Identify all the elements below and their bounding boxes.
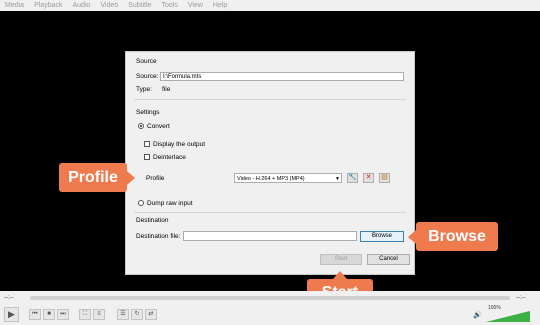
convert-label: Convert bbox=[147, 123, 170, 130]
menubar: Media Playback Audio Video Subtitle Tool… bbox=[0, 0, 540, 11]
next-icon[interactable]: ⏭ bbox=[57, 309, 69, 320]
fullscreen-icon[interactable]: ⛶ bbox=[79, 309, 91, 320]
cancel-button[interactable]: Cancel bbox=[367, 254, 410, 265]
source-label: Source: bbox=[136, 73, 159, 80]
browse-button[interactable]: Browse bbox=[360, 231, 404, 242]
deinterlace-label: Deinterlace bbox=[153, 154, 186, 161]
delete-profile-icon[interactable]: ✕ bbox=[363, 173, 374, 183]
source-group-label: Source bbox=[136, 58, 157, 65]
destination-file-input[interactable] bbox=[183, 231, 357, 241]
seek-row: --:-- --:-- bbox=[0, 291, 540, 305]
callout-pointer bbox=[127, 171, 135, 185]
type-label: Type: bbox=[136, 86, 152, 93]
menu-playback[interactable]: Playback bbox=[29, 0, 67, 11]
profile-callout: Profile bbox=[59, 163, 135, 192]
settings-group-label: Settings bbox=[136, 109, 160, 116]
dump-raw-label: Dump raw input bbox=[147, 200, 193, 207]
callout-pointer bbox=[408, 230, 416, 244]
convert-dialog: Source Source: I:\Formula.mts Type: file… bbox=[125, 51, 415, 275]
speaker-icon[interactable]: 🔊 bbox=[473, 311, 482, 319]
browse-callout-text: Browse bbox=[428, 228, 486, 245]
dump-raw-radio[interactable] bbox=[138, 200, 144, 206]
playlist-icon[interactable]: ☰ bbox=[117, 309, 129, 320]
elapsed-time: --:-- bbox=[4, 295, 14, 301]
display-output-label: Display the output bbox=[153, 141, 206, 148]
control-row: ▶ ⏮ ■ ⏭ ⛶ ≡ ☰ ↻ ⇄ 🔊 100% bbox=[0, 305, 540, 325]
total-time: --:-- bbox=[516, 295, 526, 301]
loop-icon[interactable]: ↻ bbox=[131, 309, 143, 320]
play-icon[interactable]: ▶ bbox=[4, 307, 19, 322]
stop-icon[interactable]: ■ bbox=[43, 309, 55, 320]
chevron-down-icon: ▼ bbox=[335, 176, 340, 182]
profile-select[interactable]: Video - H.264 + MP3 (MP4) ▼ bbox=[234, 173, 342, 183]
menu-tools[interactable]: Tools bbox=[157, 0, 183, 11]
browse-callout: Browse bbox=[408, 222, 498, 251]
menu-help[interactable]: Help bbox=[208, 0, 232, 11]
shuffle-icon[interactable]: ⇄ bbox=[145, 309, 157, 320]
wrench-icon[interactable]: 🔧 bbox=[347, 173, 358, 183]
start-button[interactable]: Start bbox=[320, 254, 362, 265]
menu-subtitle[interactable]: Subtitle bbox=[123, 0, 156, 11]
profile-select-value: Video - H.264 + MP3 (MP4) bbox=[237, 176, 305, 182]
menu-view[interactable]: View bbox=[183, 0, 208, 11]
separator bbox=[134, 212, 406, 213]
type-value: file bbox=[162, 86, 171, 93]
volume-slider[interactable] bbox=[486, 311, 530, 322]
profile-callout-text: Profile bbox=[68, 169, 118, 186]
menu-media[interactable]: Media bbox=[0, 0, 29, 11]
display-output-checkbox[interactable] bbox=[144, 141, 150, 147]
extended-settings-icon[interactable]: ≡ bbox=[93, 309, 105, 320]
convert-radio[interactable] bbox=[138, 123, 144, 129]
source-input[interactable]: I:\Formula.mts bbox=[160, 72, 404, 81]
destination-file-label: Destination file: bbox=[136, 233, 181, 240]
menu-video[interactable]: Video bbox=[95, 0, 123, 11]
destination-group-label: Destination bbox=[136, 217, 169, 224]
new-profile-icon[interactable]: ▤ bbox=[379, 173, 390, 183]
profile-label: Profile bbox=[146, 175, 165, 182]
deinterlace-checkbox[interactable] bbox=[144, 154, 150, 160]
separator bbox=[134, 99, 406, 100]
seek-bar[interactable] bbox=[30, 296, 510, 300]
callout-pointer bbox=[333, 271, 347, 279]
menu-audio[interactable]: Audio bbox=[67, 0, 95, 11]
previous-icon[interactable]: ⏮ bbox=[29, 309, 41, 320]
